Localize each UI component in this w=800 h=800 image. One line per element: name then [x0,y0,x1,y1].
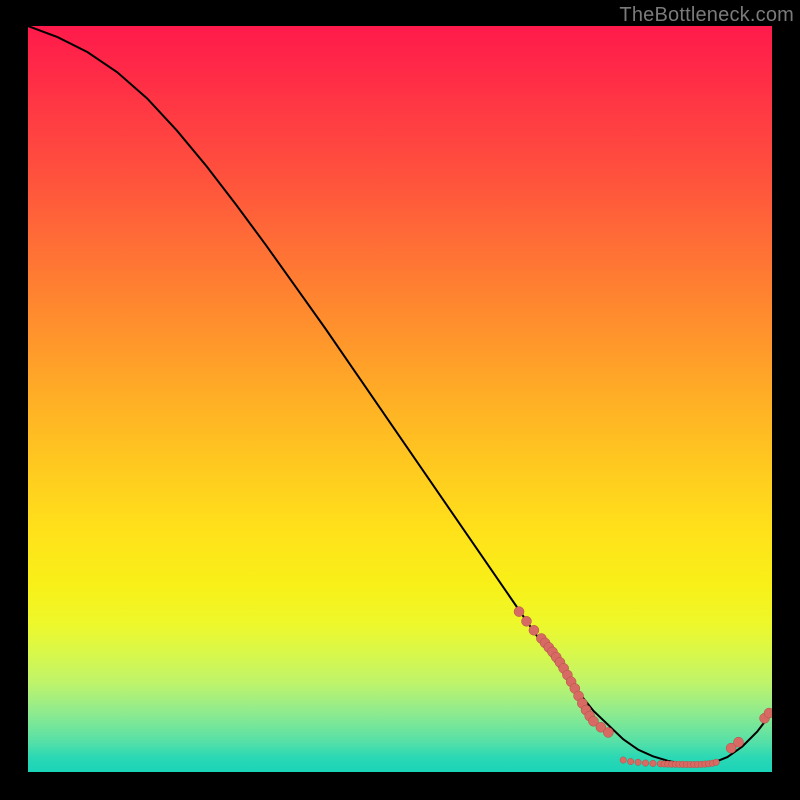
data-point [603,727,613,737]
data-point [734,737,744,747]
data-point [650,760,656,766]
data-point [620,757,626,763]
data-point [514,607,524,617]
data-point [521,616,531,626]
watermark-text: TheBottleneck.com [619,4,794,27]
data-point [635,759,641,765]
chart-svg [28,26,772,772]
data-point [713,759,719,765]
data-point [627,758,633,764]
data-point [529,625,539,635]
scatter-right [726,708,772,753]
plot-area [28,26,772,772]
scatter-flat [620,757,719,768]
chart-container: TheBottleneck.com [0,0,800,800]
data-point [764,708,772,718]
main-curve [28,26,772,765]
data-point [642,760,648,766]
